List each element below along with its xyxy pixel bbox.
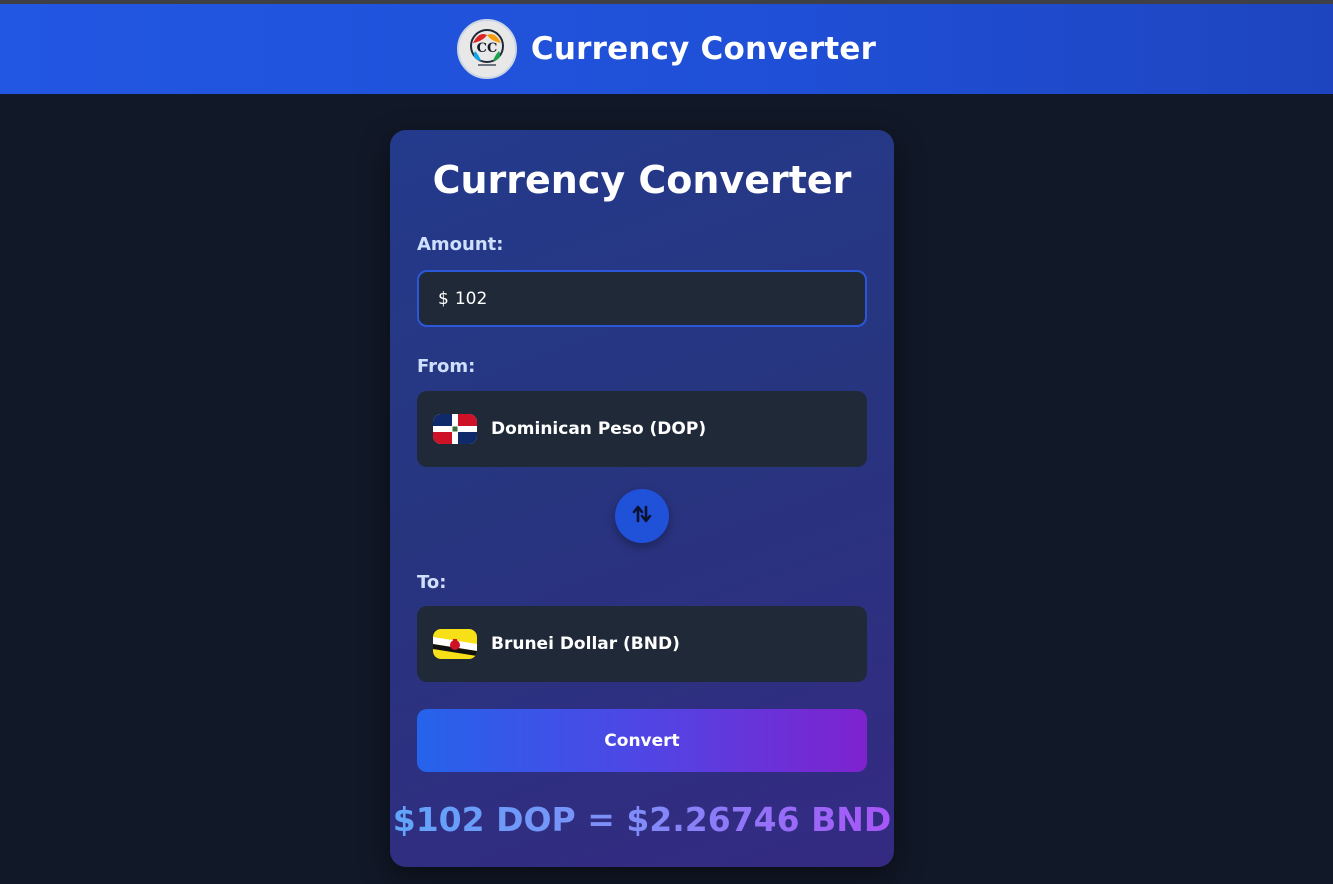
amount-value: 102 (454, 288, 488, 309)
converter-card: Currency Converter Amount: $ 102 From: D… (390, 130, 894, 867)
convert-button[interactable]: Convert (417, 709, 867, 772)
dominican-republic-flag-icon (433, 414, 477, 444)
from-currency-select[interactable]: Dominican Peso (DOP) (417, 391, 867, 467)
to-currency-label: Brunei Dollar (BND) (491, 634, 680, 654)
currency-converter-logo-icon: CC (456, 19, 517, 79)
header-title: Currency Converter (530, 31, 877, 67)
brunei-flag-icon (433, 629, 477, 659)
card-title: Currency Converter (432, 158, 852, 202)
from-currency-label: Dominican Peso (DOP) (491, 419, 707, 439)
swap-arrows-icon (631, 503, 653, 529)
app-header: CC Currency Converter (0, 4, 1333, 94)
amount-currency-prefix: $ (438, 288, 449, 309)
svg-text:CC: CC (477, 41, 498, 56)
to-currency-select[interactable]: Brunei Dollar (BND) (417, 606, 867, 682)
swap-currencies-button[interactable] (615, 489, 669, 543)
amount-input[interactable]: $ 102 (417, 270, 867, 327)
amount-label: Amount: (417, 234, 504, 255)
from-label: From: (417, 356, 476, 377)
to-label: To: (417, 572, 447, 593)
conversion-result: $102 DOP = $2.26746 BND (390, 800, 894, 839)
